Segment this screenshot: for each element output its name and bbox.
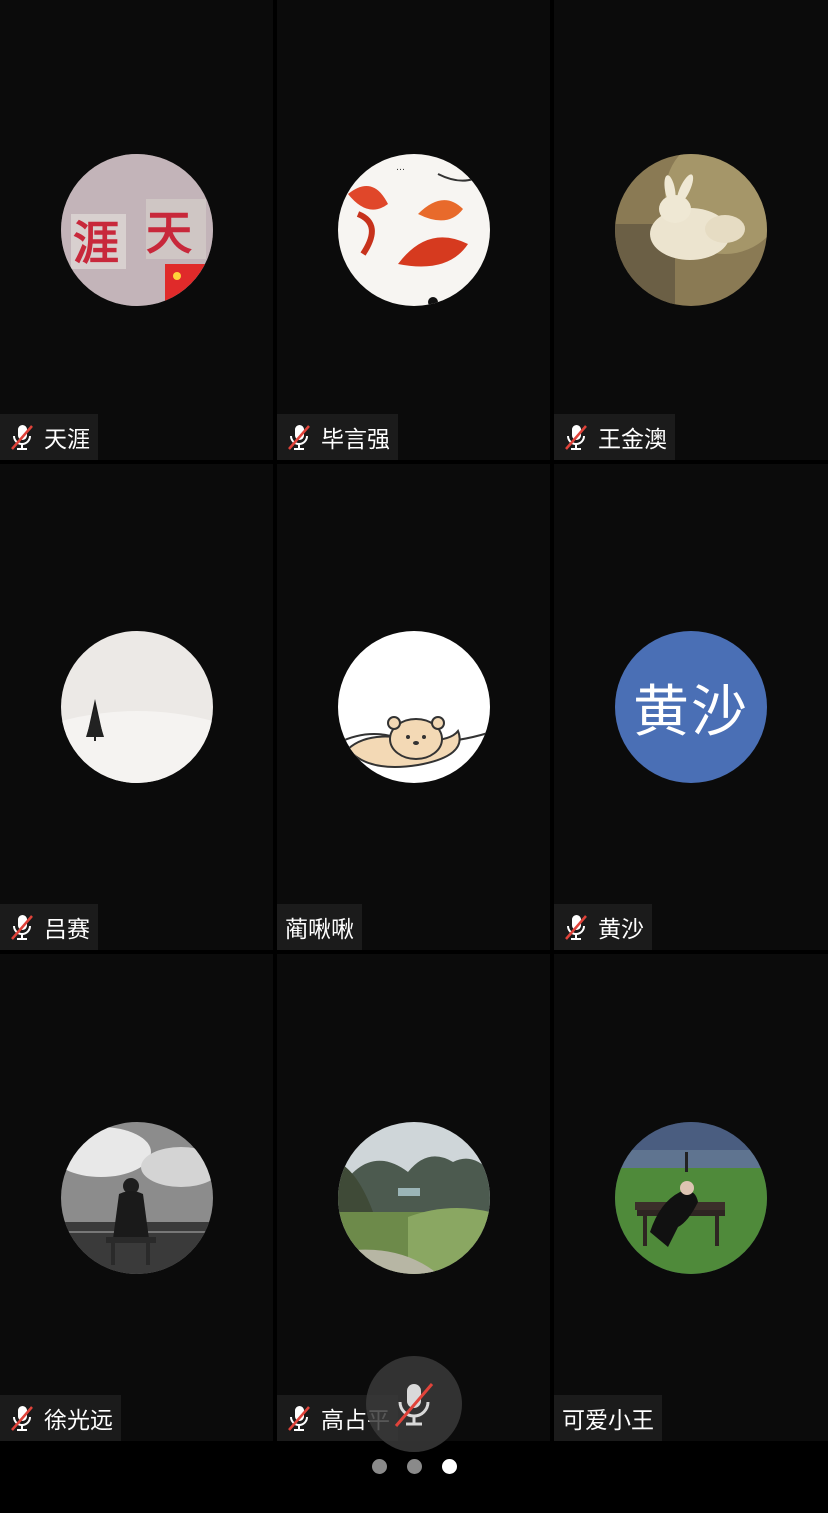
svg-text:…: … [396, 163, 405, 173]
mic-off-icon [285, 422, 313, 452]
page-dot[interactable] [406, 1458, 422, 1474]
participant-name: 黄沙 [598, 917, 644, 943]
name-tag: 毕言强 [277, 414, 398, 460]
name-tag: 天涯 [0, 414, 98, 460]
participant-tile[interactable]: 徐光远 [0, 954, 273, 1441]
participant-avatar [60, 1121, 213, 1274]
participant-avatar [615, 1121, 767, 1274]
participant-tile[interactable]: 吕赛 [0, 464, 273, 950]
mute-toggle-button[interactable] [366, 1356, 462, 1452]
page-indicator [0, 1458, 828, 1474]
mic-off-icon [8, 1403, 36, 1433]
participant-avatar: 涯 天 [60, 154, 213, 306]
participant-grid: 涯 天 天涯 … 毕言强 王金澳 吕赛 蔺啾啾 黄沙 黄沙 徐光远 高占平 可爱… [0, 0, 828, 1441]
mic-off-icon [394, 1383, 434, 1427]
avatar-image [615, 1121, 767, 1274]
participant-avatar [337, 1121, 490, 1274]
participant-name: 可爱小王 [562, 1408, 654, 1434]
participant-name: 吕赛 [44, 917, 90, 943]
participant-name: 毕言强 [321, 427, 390, 453]
page-dot[interactable] [371, 1458, 387, 1474]
participant-name: 天涯 [44, 427, 90, 453]
avatar-image: … [337, 154, 490, 306]
avatar-image [615, 154, 767, 306]
participant-avatar [60, 631, 213, 783]
participant-tile[interactable]: 可爱小王 [554, 954, 828, 1441]
participant-tile[interactable]: 蔺啾啾 [277, 464, 550, 950]
avatar-image [337, 1121, 490, 1274]
name-tag: 吕赛 [0, 904, 98, 950]
name-tag: 可爱小王 [554, 1395, 662, 1441]
participant-avatar: … [337, 154, 490, 306]
page-dot-active[interactable] [441, 1458, 457, 1474]
avatar-image [60, 631, 213, 783]
name-tag: 王金澳 [554, 414, 675, 460]
participant-tile[interactable]: 黄沙 黄沙 [554, 464, 828, 950]
mic-off-icon [562, 422, 590, 452]
avatar-initials: 黄沙 [633, 679, 749, 745]
avatar-image [337, 631, 490, 783]
avatar-image: 涯 天 [60, 154, 213, 306]
mic-off-icon [285, 1403, 313, 1433]
participant-name: 蔺啾啾 [285, 917, 354, 943]
mic-off-icon [562, 912, 590, 942]
video-meeting-screen: 涯 天 天涯 … 毕言强 王金澳 吕赛 蔺啾啾 黄沙 黄沙 徐光远 高占平 可爱… [0, 0, 828, 1513]
mic-off-icon [8, 422, 36, 452]
participant-avatar [615, 154, 767, 306]
name-tag: 徐光远 [0, 1395, 121, 1441]
participant-name: 徐光远 [44, 1408, 113, 1434]
participant-tile[interactable]: … 毕言强 [277, 0, 550, 460]
participant-tile[interactable]: 涯 天 天涯 [0, 0, 273, 460]
initials-avatar: 黄沙 [615, 631, 767, 783]
name-tag: 黄沙 [554, 904, 652, 950]
participant-avatar [337, 631, 490, 783]
svg-text:涯: 涯 [73, 216, 119, 270]
mic-off-icon [8, 912, 36, 942]
name-tag: 蔺啾啾 [277, 904, 362, 950]
avatar-image [60, 1121, 213, 1274]
participant-tile[interactable]: 王金澳 [554, 0, 828, 460]
participant-name: 王金澳 [598, 427, 667, 453]
svg-text:天: 天 [146, 206, 192, 260]
